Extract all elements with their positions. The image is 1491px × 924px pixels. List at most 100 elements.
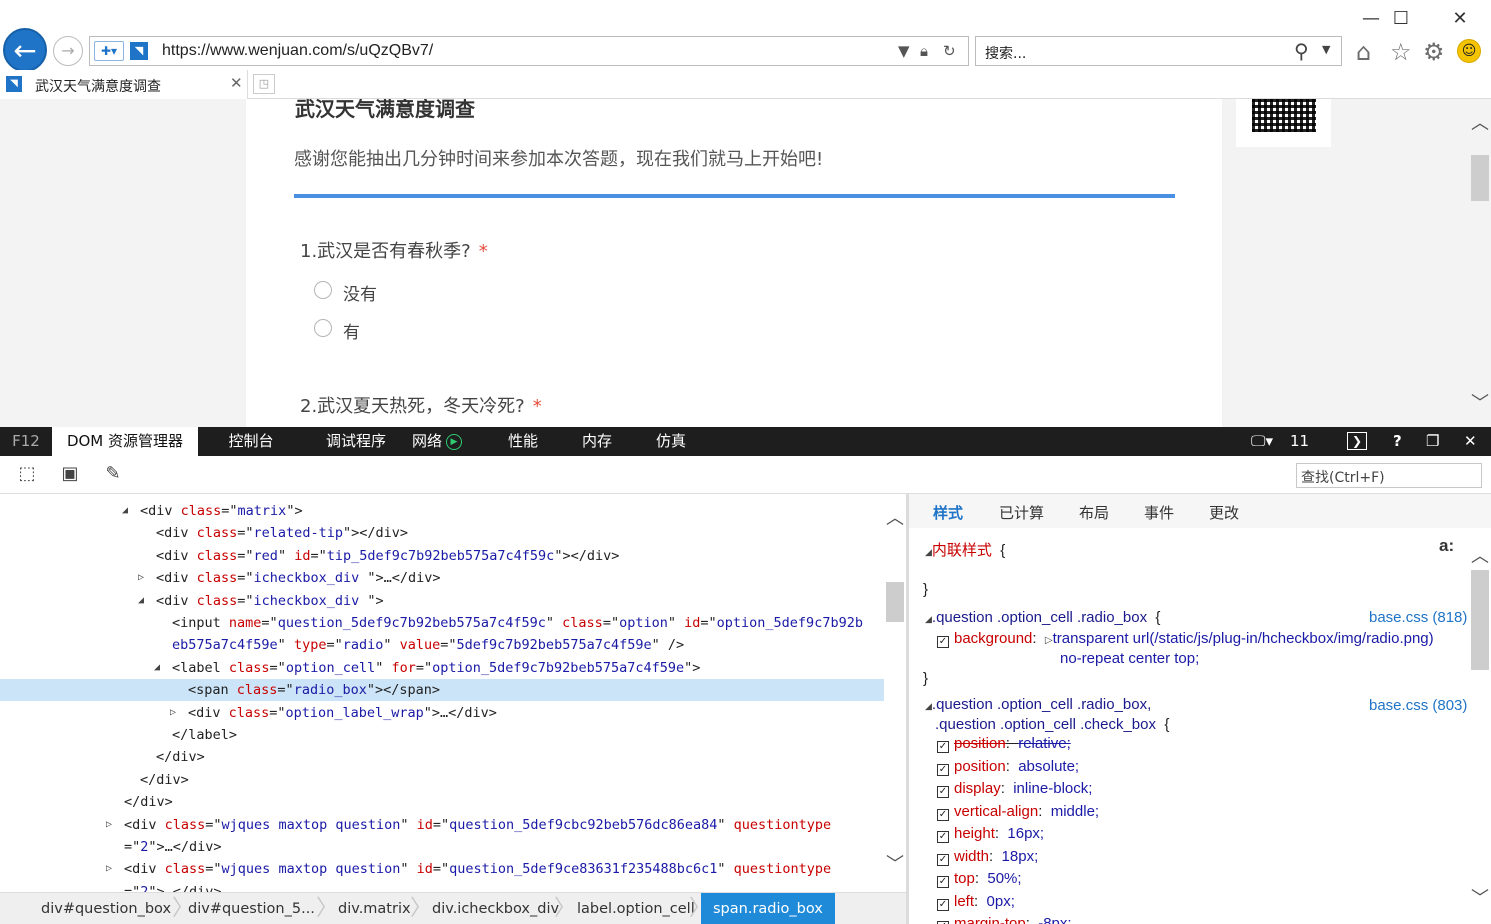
tab-console[interactable]: 控制台 (213, 427, 289, 456)
dom-node[interactable]: </label> (0, 724, 884, 746)
tab-close-icon[interactable]: ✕ (230, 74, 243, 92)
lock-icon[interactable]: 🔒︎ (920, 42, 928, 60)
dom-node[interactable]: </div> (0, 746, 884, 768)
collapse-icon[interactable]: ◢ (138, 590, 144, 612)
tab-f12[interactable]: F12 (0, 427, 52, 456)
property-name[interactable]: width (954, 848, 989, 865)
refresh-icon[interactable]: ↻ (943, 42, 956, 60)
source-link[interactable]: base.css (818) (1369, 609, 1467, 626)
dom-node[interactable]: ="2">…</div> (0, 836, 884, 858)
property-checkbox[interactable]: ✓ (937, 831, 949, 843)
inline-style-header[interactable]: ◢内联样式 { (925, 539, 1005, 560)
expand-icon[interactable]: ▷ (138, 567, 144, 589)
dom-node[interactable]: ▷ <div class="option_label_wrap">…</div> (0, 702, 884, 724)
back-button[interactable]: ← (3, 28, 47, 72)
forward-button[interactable]: → (53, 36, 83, 66)
document-mode[interactable]: 11 (1290, 432, 1309, 450)
breadcrumb-item-active[interactable]: span.radio_box (701, 893, 835, 924)
property-value[interactable]: inline-block; (1013, 780, 1092, 797)
radio-option-2[interactable] (314, 319, 332, 337)
tab-styles[interactable]: 样式 (933, 502, 963, 523)
collapse-icon[interactable]: ◢ (925, 701, 932, 711)
dom-node[interactable]: <div class="red" id="tip_5def9c7b92beb57… (0, 545, 884, 567)
maximize-icon[interactable]: ☐ (1386, 8, 1416, 30)
property-value[interactable]: absolute; (1018, 758, 1079, 775)
dom-node[interactable]: </div> (0, 791, 884, 813)
dom-node[interactable]: <input name="question_5def9c7b92beb575a7… (0, 612, 884, 634)
select-element-icon[interactable]: ⬚ (15, 462, 39, 486)
dom-node[interactable]: </div> (0, 769, 884, 791)
property-checkbox[interactable]: ✓ (937, 763, 949, 776)
property-checkbox[interactable]: ✓ (937, 636, 949, 648)
search-icon[interactable]: ⚲ (1294, 39, 1309, 63)
scroll-up-icon[interactable]: ︿ (1471, 542, 1489, 568)
breadcrumb-item[interactable]: label.option_cell (577, 893, 695, 924)
collapse-icon[interactable]: ◢ (925, 614, 932, 624)
style-property[interactable]: ✓ top: 50%; (937, 870, 1022, 888)
property-checkbox[interactable]: ✓ (937, 741, 949, 753)
expand-icon[interactable]: ▷ (170, 702, 176, 724)
console-prompt-icon[interactable]: ❯ (1347, 432, 1367, 450)
address-url[interactable]: https://www.wenjuan.com/s/uQzQBv7/ (162, 42, 433, 60)
security-shield-icon[interactable]: ✚▾ (94, 41, 124, 61)
tab-changes[interactable]: 更改 (1209, 502, 1239, 523)
option-label-2[interactable]: 有 (343, 318, 360, 343)
tab-layout[interactable]: 布局 (1079, 502, 1109, 523)
property-name[interactable]: margin-top (954, 915, 1026, 924)
dom-node[interactable]: ◢ <div class="icheckbox_div "> (0, 590, 884, 612)
property-value[interactable]: relative; (1018, 735, 1071, 752)
find-input[interactable]: 查找(Ctrl+F) (1296, 463, 1482, 488)
dom-node[interactable]: <div class="related-tip"></div> (0, 522, 884, 544)
styles-scrollbar[interactable]: ︿ ﹀ (1469, 528, 1491, 924)
property-name[interactable]: left (954, 893, 974, 910)
tab-computed[interactable]: 已计算 (999, 502, 1044, 523)
property-value[interactable]: middle; (1051, 803, 1099, 820)
favorites-star-icon[interactable]: ☆ (1390, 38, 1412, 66)
property-name[interactable]: top (954, 870, 975, 887)
expand-icon[interactable]: ▷ (106, 858, 112, 880)
radio-option-1[interactable] (314, 281, 332, 299)
collapse-icon[interactable]: ◢ (122, 500, 128, 522)
tab-memory[interactable]: 内存 (571, 427, 623, 456)
tab-emulation[interactable]: 仿真 (645, 427, 697, 456)
property-value[interactable]: 18px; (1002, 848, 1039, 865)
property-value[interactable]: -8px; (1038, 915, 1071, 924)
source-link[interactable]: base.css (803) (1369, 697, 1467, 714)
style-property[interactable]: ✓ position: absolute; (937, 758, 1079, 776)
address-bar[interactable]: ✚▾ ◥ https://www.wenjuan.com/s/uQzQBv7/ … (89, 36, 969, 66)
page-scroll-thumb[interactable] (1471, 155, 1489, 201)
dropdown-arrow-icon[interactable]: ▼ (898, 42, 910, 60)
property-value[interactable]: 0px; (987, 893, 1015, 910)
property-checkbox[interactable]: ✓ (937, 898, 949, 911)
tab-dom-explorer[interactable]: DOM 资源管理器 (52, 427, 198, 456)
search-box[interactable]: 搜索... ⚲ ▼ (975, 36, 1342, 66)
dom-node[interactable]: ▷ <div class="icheckbox_div ">…</div> (0, 567, 884, 589)
dom-tree-scrollbar[interactable]: ︿ ﹀ (884, 494, 906, 892)
rule-selector[interactable]: ◢.question .option_cell .radio_box { (925, 609, 1160, 626)
style-property[interactable]: ✓ left: 0px; (937, 893, 1015, 911)
property-checkbox[interactable]: ✓ (937, 786, 949, 798)
collapse-icon[interactable]: ◢ (925, 547, 932, 557)
dom-tree-scroll-thumb[interactable] (886, 582, 904, 622)
dom-node[interactable]: ◢ <label class="option_cell" for="option_… (0, 657, 884, 679)
search-dropdown-icon[interactable]: ▼ (1322, 43, 1330, 56)
breadcrumb-item[interactable]: div#question_box (41, 893, 171, 924)
rule-selector-line-2[interactable]: .question .option_cell .check_box { (935, 716, 1169, 733)
property-value[interactable]: 16px; (1007, 825, 1044, 842)
tab-debugger[interactable]: 调试程序 (318, 427, 394, 456)
collapse-icon[interactable]: ◢ (154, 657, 160, 679)
dom-node[interactable]: eb575a7c4f59e" type="radio" value="5def9… (0, 634, 884, 656)
property-value-continued[interactable]: no-repeat center top; (1060, 650, 1199, 667)
expand-icon[interactable]: ▷ (106, 814, 112, 836)
property-checkbox[interactable]: ✓ (937, 853, 949, 866)
dom-node[interactable]: ="2">…</div> (0, 881, 884, 892)
feedback-smiley-icon[interactable]: ☺ (1457, 39, 1481, 63)
scroll-down-icon[interactable]: ﹀ (1471, 389, 1489, 415)
style-property[interactable]: ✓ position: relative; (937, 735, 1071, 753)
property-checkbox[interactable]: ✓ (937, 808, 949, 821)
target-monitor-icon[interactable]: 🖵▾ (1251, 432, 1273, 450)
scroll-down-icon[interactable]: ﹀ (886, 850, 904, 876)
home-icon[interactable]: ⌂ (1356, 38, 1371, 66)
property-name[interactable]: height (954, 825, 995, 842)
browser-tab[interactable]: ◥ 武汉天气满意度调查 ✕ (0, 70, 248, 99)
